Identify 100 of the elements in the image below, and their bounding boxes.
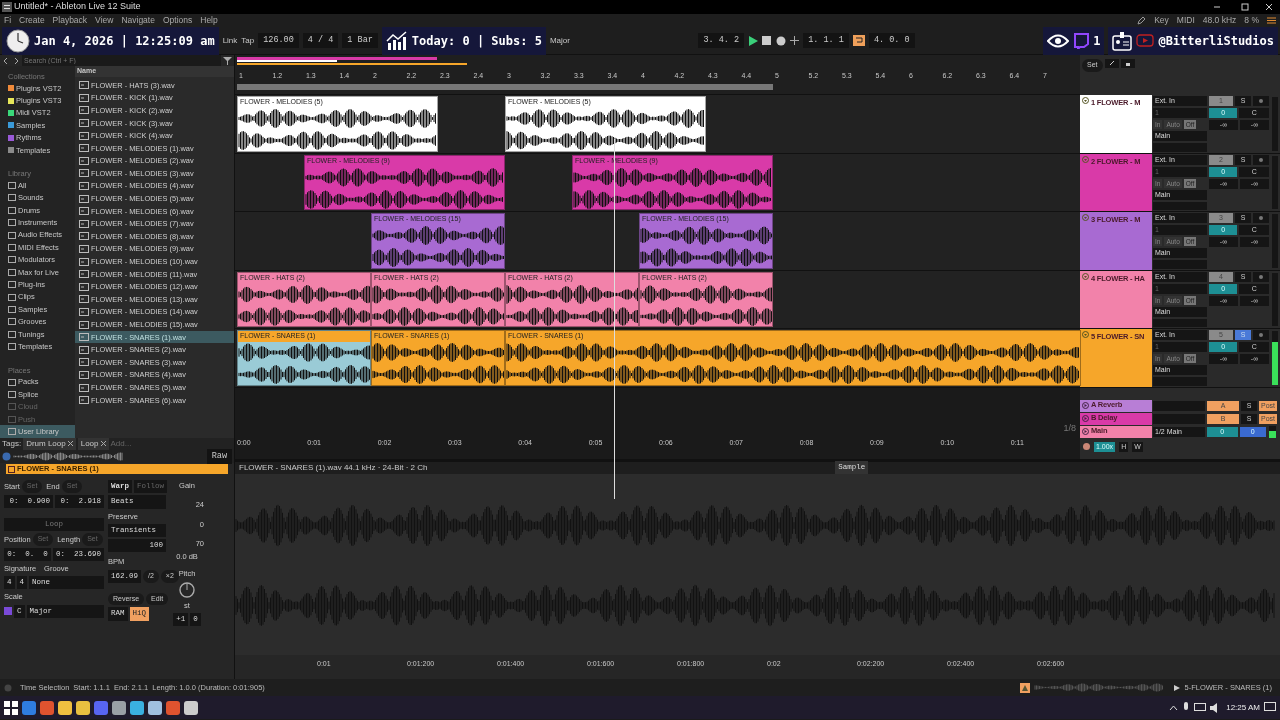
audio-file-icon (79, 345, 89, 354)
menu-icon[interactable] (1267, 16, 1276, 25)
taskbar-app-icon[interactable] (40, 700, 54, 715)
warning-icon[interactable] (1020, 682, 1031, 693)
close-icon[interactable] (1264, 2, 1274, 12)
stop-icon[interactable] (762, 35, 773, 46)
viewer-count: 1 (1093, 32, 1101, 50)
menu-item[interactable]: Fi (4, 14, 12, 27)
menu-item[interactable]: Options (162, 14, 193, 27)
audio-file-icon (79, 270, 89, 279)
back-icon[interactable] (2, 56, 10, 65)
taskbar-clock[interactable]: 12:25 AM (1226, 701, 1260, 714)
control-label[interactable]: Link (222, 34, 238, 47)
taskbar-app-icon[interactable] (76, 700, 90, 715)
output-channel-field[interactable] (1153, 260, 1207, 269)
audio-file-icon (79, 370, 89, 379)
loop-start-field[interactable]: 1. 1. 1 (803, 33, 849, 48)
lock-icon[interactable] (1120, 59, 1135, 68)
fold-icon[interactable] (1082, 427, 1089, 435)
loop-length-field[interactable]: 4. 0. 0 (868, 33, 915, 48)
fold-icon[interactable] (1082, 97, 1089, 104)
level-meter (1272, 272, 1278, 326)
forward-icon[interactable] (12, 56, 20, 65)
position-field[interactable]: 3. 4. 2 (698, 33, 745, 48)
status-text: MIDI (1176, 14, 1195, 27)
play-icon[interactable] (748, 35, 759, 46)
expand-icon[interactable] (1104, 59, 1119, 68)
audio-file-icon (79, 358, 89, 367)
channel-name: @BitterliStudios (1158, 32, 1274, 50)
stats-text: Today: 0 | Subs: 5 (411, 32, 542, 50)
output-channel-field[interactable] (1153, 201, 1207, 210)
arm-icon[interactable] (1253, 271, 1269, 282)
fold-icon[interactable] (1082, 414, 1089, 422)
tempo-field[interactable]: 4 / 4 (302, 33, 339, 48)
notification-icon[interactable] (1264, 702, 1276, 713)
windows-logo-icon[interactable] (4, 700, 18, 715)
taskbar-app-icon[interactable] (166, 700, 180, 715)
clock-icon (6, 28, 30, 53)
audio-file-icon (79, 131, 89, 140)
plus-icon[interactable] (790, 36, 800, 45)
arm-icon[interactable] (1253, 213, 1269, 223)
audio-file-icon (79, 81, 89, 90)
audio-file-icon (79, 308, 89, 316)
window-title: Untitled* - Ableton Live 12 Suite (14, 0, 141, 14)
chart-icon (385, 30, 408, 51)
audio-file-icon (79, 282, 89, 291)
loop-icon[interactable] (852, 35, 865, 46)
menu-item[interactable]: Help (200, 14, 218, 27)
arm-icon[interactable] (1253, 96, 1269, 106)
audio-file-icon (79, 232, 89, 241)
taskbar-app-icon[interactable] (58, 700, 72, 715)
menu-item[interactable]: Navigate (121, 14, 155, 27)
chevron-up-icon[interactable] (1169, 704, 1179, 711)
knob-icon[interactable] (179, 581, 195, 598)
arm-icon[interactable] (1253, 154, 1269, 165)
scale-dropdown[interactable]: Major (549, 34, 570, 47)
output-channel-field[interactable] (1153, 318, 1207, 327)
fold-icon[interactable] (1082, 401, 1089, 409)
output-channel-field[interactable] (1153, 143, 1207, 152)
menu-item[interactable]: Playback (52, 14, 88, 27)
audio-file-icon (79, 207, 89, 216)
audio-file-icon (79, 333, 89, 342)
status-text: 8 % (1244, 14, 1259, 27)
pencil-icon (1137, 16, 1147, 25)
play-icon[interactable] (1174, 684, 1181, 691)
audio-file-icon (79, 144, 89, 153)
audio-file-icon (79, 295, 89, 304)
control-label[interactable]: Tap (241, 34, 255, 47)
chat-bubble-icon (1073, 32, 1090, 49)
close-icon (67, 441, 73, 447)
audio-file-icon (79, 257, 89, 266)
taskbar-app-icon[interactable] (148, 700, 162, 715)
scale-icon[interactable] (4, 607, 12, 616)
audio-file-icon (79, 396, 89, 405)
audio-file-icon (79, 182, 89, 191)
zoom-label: 1/8 (1063, 421, 1076, 435)
audio-file-icon (79, 156, 89, 165)
audio-file-icon (79, 245, 89, 253)
maximize-icon[interactable] (1240, 2, 1250, 12)
menu-item[interactable]: View (95, 14, 114, 27)
output-channel-field[interactable] (1153, 377, 1207, 386)
taskbar-app-icon[interactable] (112, 700, 126, 715)
audio-file-icon (79, 320, 89, 329)
fold-icon[interactable] (1082, 331, 1089, 338)
monitor-icon[interactable] (1194, 702, 1207, 713)
close-icon (100, 441, 106, 447)
audio-file-icon (79, 106, 89, 115)
date-time: Jan 4, 2026 | 12:25:09 am (34, 32, 215, 50)
audio-file-icon (79, 219, 89, 228)
record-icon[interactable] (776, 35, 787, 46)
audio-file-icon (79, 93, 89, 102)
menu-item[interactable]: Create (19, 14, 45, 27)
taskbar-app-icon[interactable] (184, 700, 198, 715)
eye-icon (1047, 33, 1070, 48)
sample-info: FLOWER - SNARES (1).wav 44.1 kHz · 24-Bit · 2 Ch (239, 462, 428, 474)
arm-icon[interactable] (1253, 330, 1269, 340)
tempo-field[interactable]: 126.00 (258, 33, 299, 48)
tempo-field[interactable]: 1 Bar (342, 33, 378, 48)
taskbar-app-icon[interactable] (130, 700, 144, 715)
preview-icon[interactable] (2, 451, 11, 461)
